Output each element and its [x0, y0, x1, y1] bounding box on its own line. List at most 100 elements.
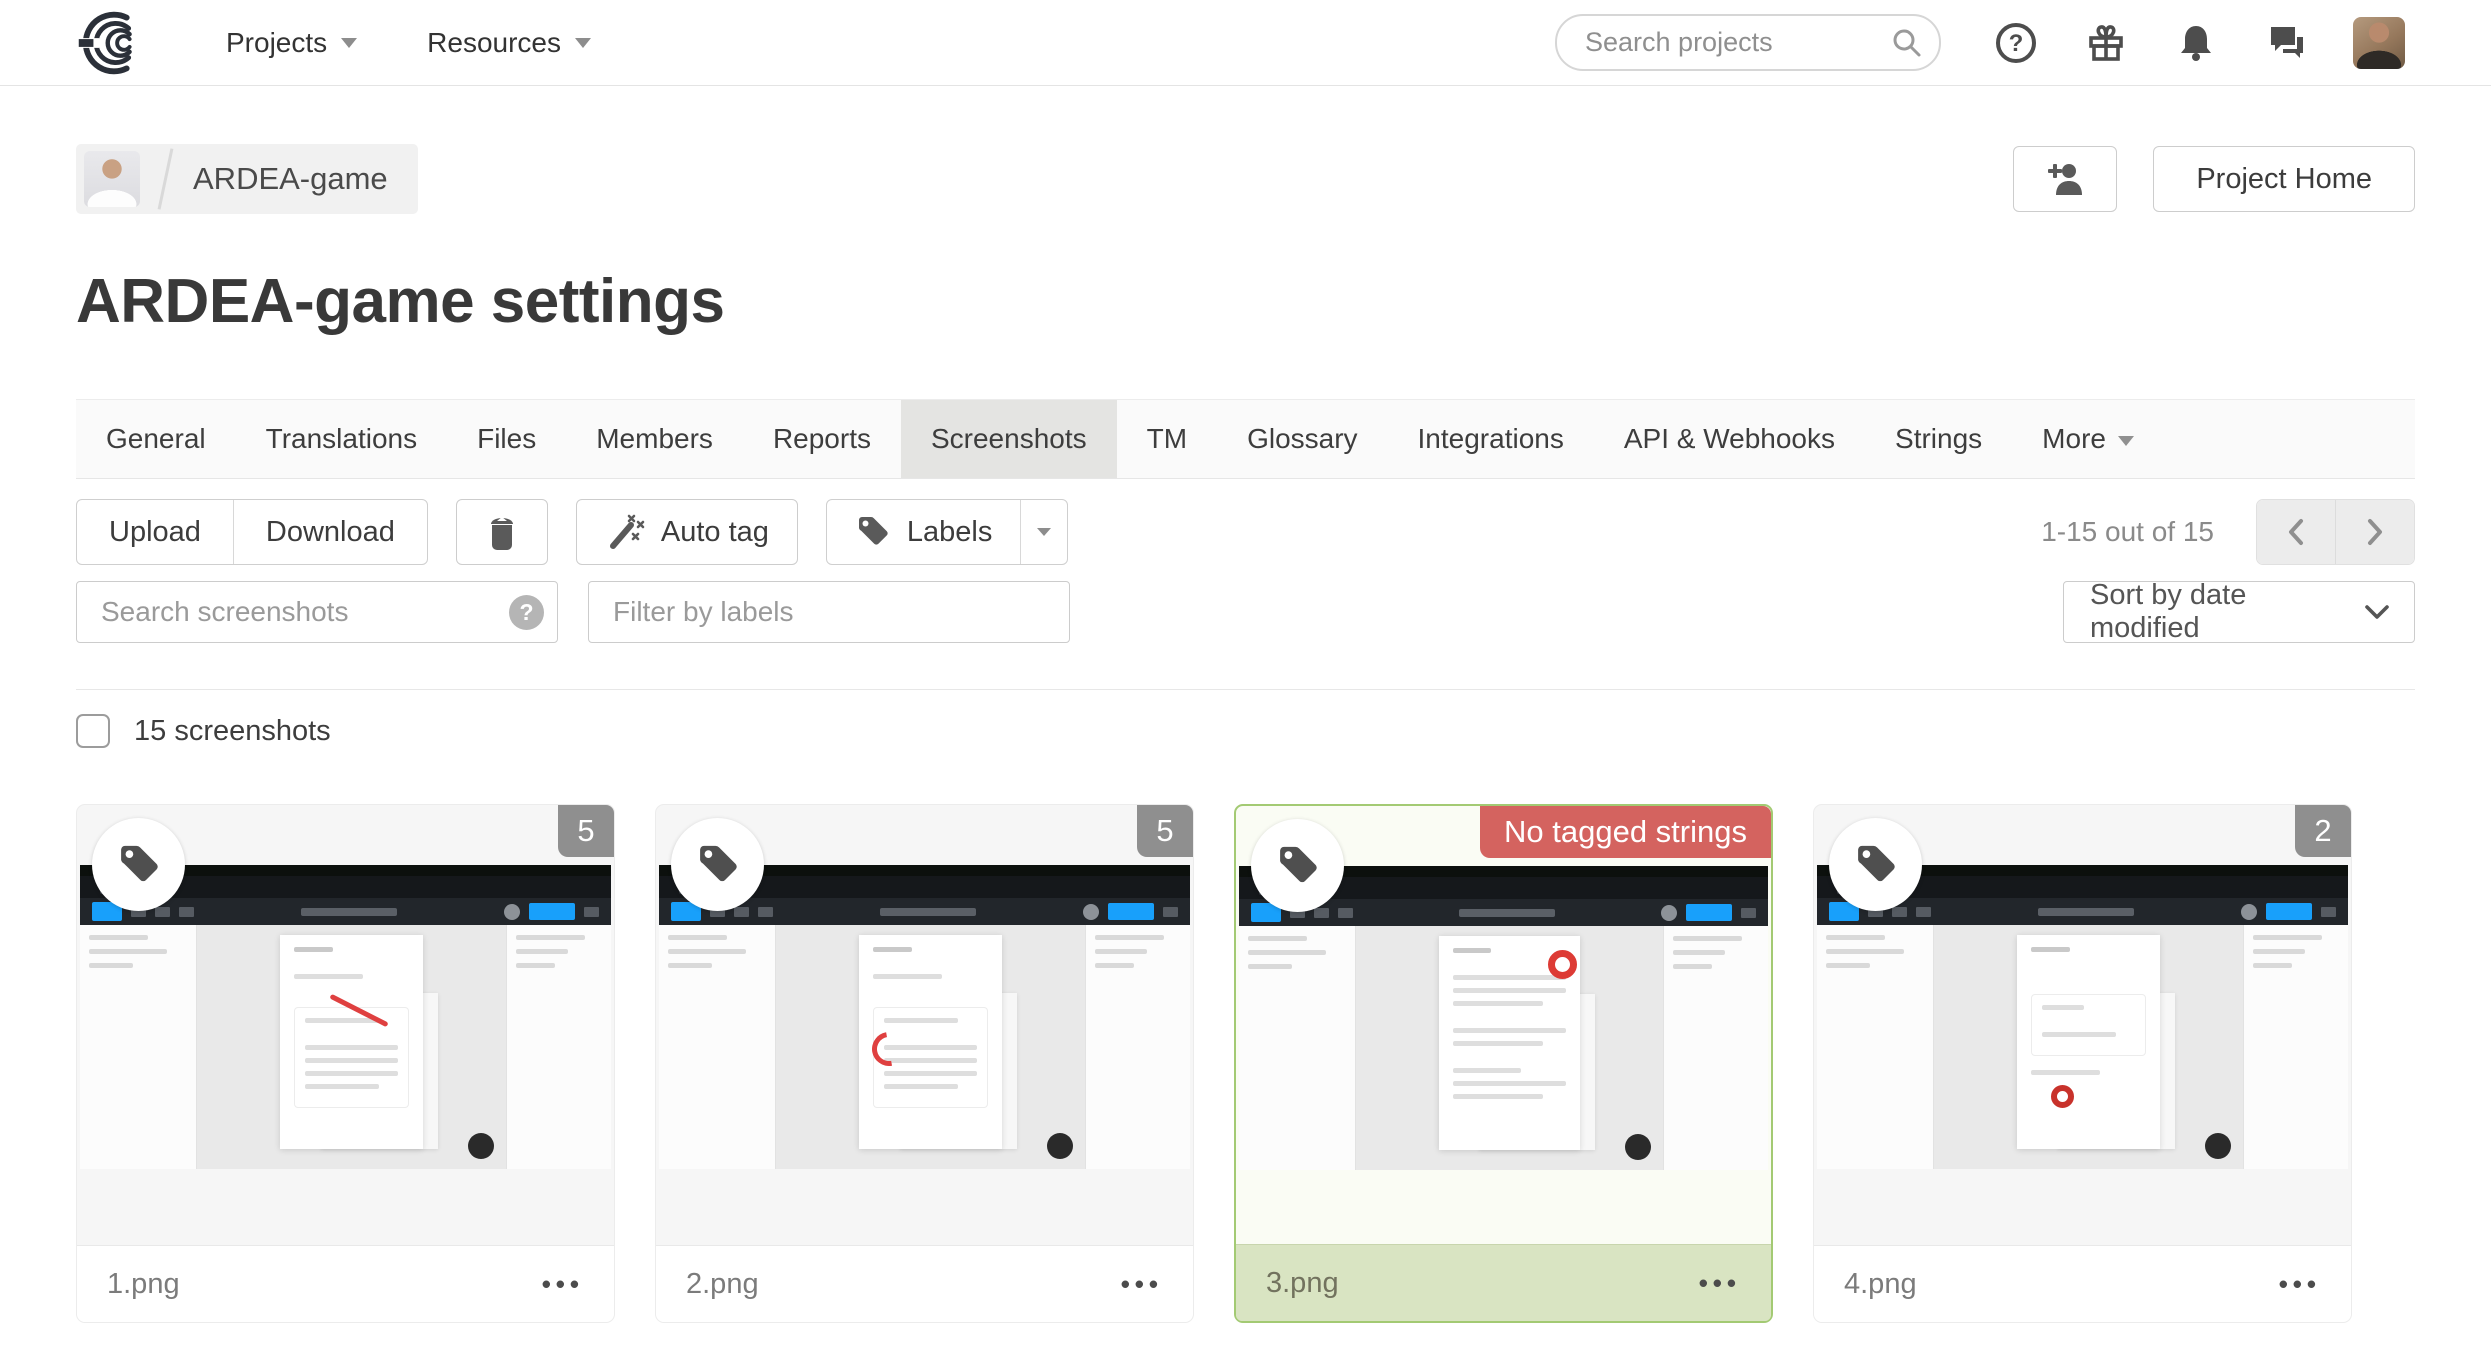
labels-label: Labels — [906, 515, 993, 548]
tagged-strings-count-badge: 2 — [2295, 805, 2351, 857]
nav-projects[interactable]: Projects — [226, 26, 358, 59]
tab-screenshots[interactable]: Screenshots — [900, 400, 1117, 478]
select-all-checkbox[interactable] — [76, 714, 110, 748]
project-home-label: Project Home — [2196, 162, 2372, 195]
primary-nav: Projects Resources — [226, 27, 591, 59]
card-footer: 2.png ••• — [656, 1245, 1193, 1322]
chevron-right-icon — [2368, 519, 2382, 545]
top-icons: ? — [1993, 16, 2405, 69]
screenshot-card[interactable]: 5 — [655, 804, 1194, 1323]
screenshot-count-label: 15 screenshots — [134, 714, 331, 747]
download-button[interactable]: Download — [234, 500, 427, 564]
tab-reports[interactable]: Reports — [743, 400, 901, 478]
pagination — [2256, 499, 2415, 565]
breadcrumb-row: ARDEA-game Project Home — [76, 144, 2415, 214]
card-menu-button[interactable]: ••• — [2279, 1269, 2321, 1300]
screenshot-thumbnail — [659, 865, 1190, 1169]
chevron-down-icon — [575, 37, 591, 48]
tab-glossary[interactable]: Glossary — [1217, 400, 1387, 478]
screenshot-card[interactable]: 5 — [76, 804, 615, 1323]
screenshot-card[interactable]: 2 4.png ••• — [1813, 804, 2352, 1323]
page-content: ARDEA-game Project Home ARDEA-game setti… — [0, 144, 2491, 1323]
breadcrumb[interactable]: ARDEA-game — [76, 144, 418, 214]
tag-badge-icon[interactable] — [1251, 819, 1344, 912]
tab-general[interactable]: General — [76, 400, 236, 478]
card-footer: 3.png ••• — [1236, 1244, 1771, 1321]
pagination-range: 1-15 out of 15 — [2041, 516, 2214, 547]
card-footer: 1.png ••• — [77, 1245, 614, 1322]
chevron-down-icon — [1037, 528, 1052, 536]
card-menu-button[interactable]: ••• — [1699, 1268, 1741, 1299]
tag-badge-icon[interactable] — [671, 818, 764, 911]
screenshot-search-input[interactable] — [76, 581, 558, 643]
screenshot-filename: 3.png — [1266, 1266, 1339, 1299]
tagged-strings-count-badge: 5 — [558, 805, 614, 857]
top-bar: Projects Resources ? — [0, 0, 2491, 86]
search-icon — [1893, 29, 1921, 57]
chevron-down-icon — [341, 37, 358, 48]
labels-split-button: Labels — [825, 499, 1069, 565]
tab-integrations[interactable]: Integrations — [1388, 400, 1594, 478]
screenshot-card-selected[interactable]: No tagged strings 3.png ••• — [1234, 804, 1773, 1323]
screenshot-grid: 5 1.png ••• 5 2.png ••• No tagged string… — [76, 804, 2415, 1323]
nav-resources-label: Resources — [427, 26, 561, 58]
tag-badge-icon[interactable] — [1829, 818, 1922, 911]
global-search — [1555, 14, 1941, 71]
sort-select[interactable]: Sort by date modified — [2063, 579, 2415, 644]
screenshot-search: ? — [76, 581, 558, 643]
nav-resources[interactable]: Resources — [427, 27, 591, 59]
nav-projects-label: Projects — [226, 26, 328, 58]
upload-button[interactable]: Upload — [77, 500, 234, 564]
chevron-left-icon — [2289, 519, 2303, 545]
chat-icon[interactable] — [2263, 20, 2309, 66]
card-menu-button[interactable]: ••• — [1121, 1269, 1163, 1300]
tab-members[interactable]: Members — [566, 400, 743, 478]
screenshot-thumbnail — [1239, 866, 1768, 1170]
card-menu-button[interactable]: ••• — [542, 1269, 584, 1300]
settings-tabbar: General Translations Files Members Repor… — [76, 399, 2415, 479]
previous-page-button[interactable] — [2257, 500, 2335, 564]
screenshot-thumbnail — [1817, 865, 2348, 1169]
tag-icon — [858, 517, 888, 545]
screenshots-toolbar: Upload Download Auto tag Labels 1-15 out… — [76, 499, 2415, 565]
bell-icon[interactable] — [2173, 20, 2219, 66]
search-help-icon[interactable]: ? — [509, 595, 544, 630]
upload-download-group: Upload Download — [76, 499, 428, 565]
divider — [76, 689, 2415, 690]
tag-badge-icon[interactable] — [92, 818, 185, 911]
label-filter-input[interactable] — [588, 581, 1070, 643]
project-owner-avatar — [84, 151, 140, 207]
screenshot-filename: 1.png — [107, 1267, 180, 1300]
auto-tag-label: Auto tag — [660, 515, 769, 548]
header-actions: Project Home — [2013, 146, 2415, 212]
tab-tm[interactable]: TM — [1117, 400, 1217, 478]
label-filter — [588, 581, 1070, 643]
magic-wand-icon — [609, 514, 645, 549]
global-search-input[interactable] — [1557, 27, 1939, 58]
no-tagged-strings-badge: No tagged strings — [1480, 806, 1771, 858]
organization-logo-icon[interactable] — [68, 8, 156, 78]
tab-strings[interactable]: Strings — [1865, 400, 2012, 478]
help-icon[interactable]: ? — [1993, 20, 2039, 66]
auto-tag-button[interactable]: Auto tag — [575, 499, 798, 565]
add-user-icon — [2048, 164, 2083, 195]
tab-translations[interactable]: Translations — [236, 400, 447, 478]
project-home-button[interactable]: Project Home — [2153, 146, 2415, 212]
tab-files[interactable]: Files — [447, 400, 566, 478]
screenshot-filename: 4.png — [1844, 1267, 1917, 1300]
next-page-button[interactable] — [2335, 500, 2414, 564]
select-all-row: 15 screenshots — [76, 714, 2415, 748]
invite-member-button[interactable] — [2013, 146, 2118, 212]
page-title: ARDEA-game settings — [76, 267, 725, 336]
card-footer: 4.png ••• — [1814, 1245, 2351, 1322]
delete-button[interactable] — [455, 499, 548, 565]
svg-text:?: ? — [2009, 30, 2024, 57]
gift-icon[interactable] — [2083, 20, 2129, 66]
tab-more[interactable]: More — [2012, 400, 2164, 478]
tagged-strings-count-badge: 5 — [1137, 805, 1193, 857]
user-avatar[interactable] — [2353, 16, 2405, 69]
labels-button[interactable]: Labels — [827, 500, 1022, 564]
screenshot-thumbnail — [80, 865, 611, 1169]
tab-api-webhooks[interactable]: API & Webhooks — [1594, 400, 1865, 478]
labels-dropdown-button[interactable] — [1021, 500, 1067, 564]
